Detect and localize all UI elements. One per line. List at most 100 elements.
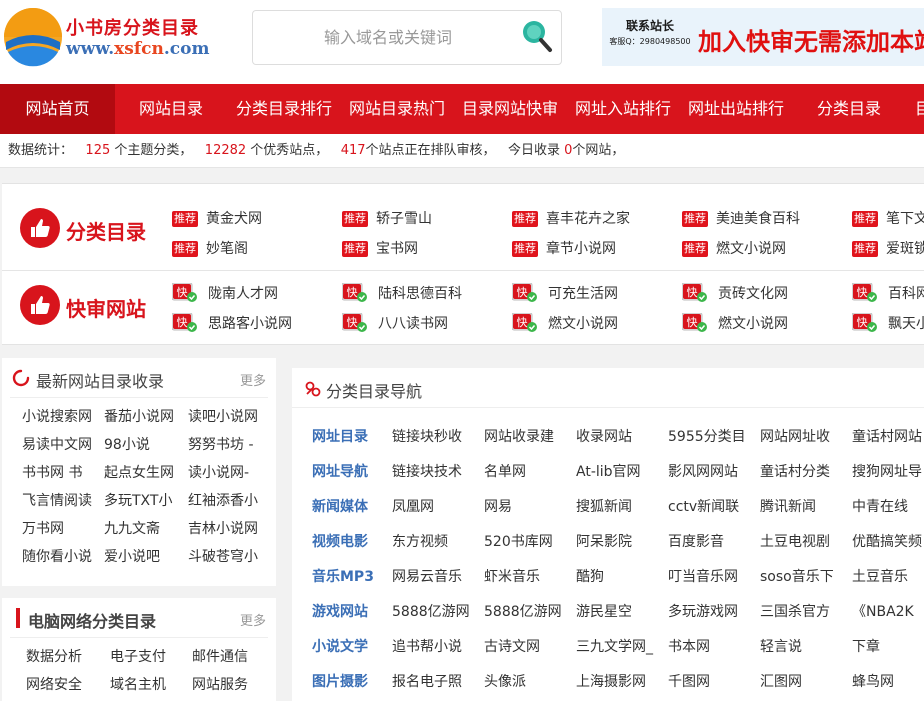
category-site-link[interactable]: 5888亿游网	[392, 601, 478, 623]
fast-review-site-link[interactable]: 快 可充生活网	[511, 282, 618, 305]
category-site-link[interactable]: 百度影音	[668, 531, 754, 553]
category-site-link[interactable]: 网站网址收	[760, 426, 846, 448]
computer-category-link[interactable]: 网络安全	[26, 674, 106, 696]
recommended-site-link[interactable]: 推荐 喜丰花卉之家	[512, 208, 630, 230]
category-site-link[interactable]: 5888亿游网	[484, 601, 570, 623]
nav-item-more[interactable]: 目	[908, 84, 924, 134]
recommended-site-link[interactable]: 推荐 爱斑锁	[852, 238, 924, 260]
category-site-link[interactable]: 头像派	[484, 671, 570, 693]
category-site-link[interactable]: 阿呆影院	[576, 531, 662, 553]
nav-item-in-rank[interactable]: 网址入站排行	[568, 84, 678, 134]
category-site-link[interactable]: 凤凰网	[392, 496, 478, 518]
category-site-link[interactable]: 三九文学网_	[576, 636, 662, 658]
recommended-site-link[interactable]: 推荐 燃文小说网	[682, 238, 786, 260]
category-site-link[interactable]: 土豆音乐	[852, 566, 924, 588]
category-site-link[interactable]: At-lib官网	[576, 461, 662, 483]
category-site-link[interactable]: 网易云音乐	[392, 566, 478, 588]
category-site-link[interactable]: 报名电子照	[392, 671, 478, 693]
more-link[interactable]: 更多	[240, 610, 266, 629]
latest-site-link[interactable]: 飞言情阅读	[22, 490, 102, 512]
category-site-link[interactable]: 收录网站	[576, 426, 662, 448]
nav-item-hot[interactable]: 网站目录热门	[342, 84, 452, 134]
fast-review-site-link[interactable]: 快 飘天小说	[851, 312, 924, 335]
category-site-link[interactable]: 童话村网站	[852, 426, 924, 448]
category-label[interactable]: 图片摄影	[312, 671, 368, 693]
latest-site-link[interactable]: 读小说网-	[188, 462, 264, 484]
category-site-link[interactable]: 土豆电视剧	[760, 531, 846, 553]
category-site-link[interactable]: 链接块技术	[392, 461, 478, 483]
search-input[interactable]	[263, 11, 513, 64]
latest-site-link[interactable]: 多玩TXT小	[104, 490, 184, 512]
recommended-site-link[interactable]: 推荐 美迪美食百科	[682, 208, 800, 230]
recommended-site-link[interactable]: 推荐 宝书网	[342, 238, 418, 260]
latest-site-link[interactable]: 吉林小说网	[188, 518, 264, 540]
category-label[interactable]: 音乐MP3	[312, 566, 374, 588]
category-site-link[interactable]: 东方视频	[392, 531, 478, 553]
category-site-link[interactable]: 古诗文网	[484, 636, 570, 658]
latest-site-link[interactable]: 起点女生网	[104, 462, 184, 484]
category-label[interactable]: 小说文学	[312, 636, 368, 658]
category-site-link[interactable]: 链接块秒收	[392, 426, 478, 448]
category-site-link[interactable]: 《NBA2K	[852, 601, 924, 623]
category-label[interactable]: 网址目录	[312, 426, 368, 448]
latest-site-link[interactable]: 书书网 书	[22, 462, 102, 484]
computer-category-link[interactable]: 电子支付	[110, 646, 190, 668]
header-ad-banner[interactable]: 联系站长 客服Q：2980498500 加入快审无需添加本站友链	[602, 8, 924, 66]
category-site-link[interactable]: 下章	[852, 636, 924, 658]
category-site-link[interactable]: 5955分类目	[668, 426, 754, 448]
computer-category-link[interactable]: 数据分析	[26, 646, 106, 668]
latest-site-link[interactable]: 斗破苍穹小	[188, 546, 264, 568]
nav-item-category-rank[interactable]: 分类目录排行	[226, 84, 342, 134]
recommended-site-link[interactable]: 推荐 章节小说网	[512, 238, 616, 260]
category-site-link[interactable]: 上海摄影网	[576, 671, 662, 693]
latest-site-link[interactable]: 番茄小说网	[104, 406, 184, 428]
latest-site-link[interactable]: 红袖添香小	[188, 490, 264, 512]
site-logo[interactable]: 小书房分类目录 www.xsfcn.com	[2, 6, 222, 68]
category-site-link[interactable]: 网站收录建	[484, 426, 570, 448]
latest-site-link[interactable]: 读吧小说网	[188, 406, 264, 428]
nav-item-home[interactable]: 网站首页	[0, 84, 115, 134]
category-site-link[interactable]: 搜狐新闻	[576, 496, 662, 518]
nav-item-out-rank[interactable]: 网址出站排行	[682, 84, 790, 134]
category-site-link[interactable]: 三国杀官方	[760, 601, 846, 623]
search-button[interactable]	[519, 17, 555, 57]
category-site-link[interactable]: 书本网	[668, 636, 754, 658]
fast-review-site-link[interactable]: 快 陇南人才网	[171, 282, 278, 305]
latest-site-link[interactable]: 随你看小说	[22, 546, 102, 568]
latest-site-link[interactable]: 易读中文网	[22, 434, 102, 456]
category-site-link[interactable]: 网易	[484, 496, 570, 518]
nav-item-directory[interactable]: 网站目录	[124, 84, 218, 134]
category-site-link[interactable]: 酷狗	[576, 566, 662, 588]
nav-item-fast-review[interactable]: 目录网站快审	[456, 84, 564, 134]
category-site-link[interactable]: 优酷搞笑频	[852, 531, 924, 553]
latest-site-link[interactable]: 努努书坊 -	[188, 434, 264, 456]
category-site-link[interactable]: 腾讯新闻	[760, 496, 846, 518]
fast-review-site-link[interactable]: 快 八八读书网	[341, 312, 448, 335]
recommended-site-link[interactable]: 推荐 轿子雪山	[342, 208, 432, 230]
category-site-link[interactable]: cctv新闻联	[668, 496, 754, 518]
category-site-link[interactable]: 千图网	[668, 671, 754, 693]
category-site-link[interactable]: 多玩游戏网	[668, 601, 754, 623]
category-site-link[interactable]: 轻言说	[760, 636, 846, 658]
category-site-link[interactable]: 中青在线	[852, 496, 924, 518]
fast-review-site-link[interactable]: 快 思路客小说网	[171, 312, 292, 335]
category-site-link[interactable]: 虾米音乐	[484, 566, 570, 588]
nav-item-category[interactable]: 分类目录	[806, 84, 892, 134]
recommended-site-link[interactable]: 推荐 妙笔阁	[172, 238, 248, 260]
category-site-link[interactable]: 汇图网	[760, 671, 846, 693]
latest-site-link[interactable]: 万书网	[22, 518, 102, 540]
computer-category-link[interactable]: 域名主机	[110, 674, 190, 696]
fast-review-site-link[interactable]: 快 燃文小说网	[511, 312, 618, 335]
category-site-link[interactable]: 名单网	[484, 461, 570, 483]
fast-review-site-link[interactable]: 快 贡砖文化网	[681, 282, 788, 305]
category-site-link[interactable]: 搜狗网址导	[852, 461, 924, 483]
computer-category-link[interactable]: 网站服务	[192, 674, 272, 696]
category-site-link[interactable]: 蜂鸟网	[852, 671, 924, 693]
latest-site-link[interactable]: 九九文斋	[104, 518, 184, 540]
more-link[interactable]: 更多	[240, 370, 266, 389]
latest-site-link[interactable]: 爱小说吧	[104, 546, 184, 568]
category-site-link[interactable]: 影风网网站	[668, 461, 754, 483]
fast-review-site-link[interactable]: 快 燃文小说网	[681, 312, 788, 335]
category-site-link[interactable]: 520书库网	[484, 531, 570, 553]
category-site-link[interactable]: soso音乐下	[760, 566, 846, 588]
